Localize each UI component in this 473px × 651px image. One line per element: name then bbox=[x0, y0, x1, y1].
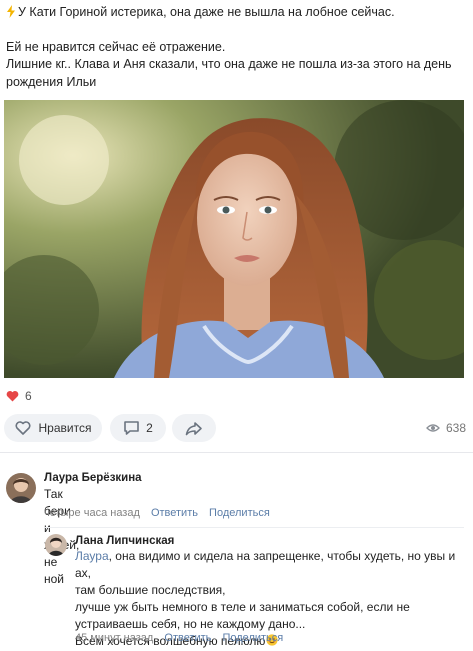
like-label: Нравится bbox=[38, 421, 92, 435]
post-line-1: У Кати Гориной истерика, она даже не выш… bbox=[6, 4, 466, 22]
views-count: 638 bbox=[445, 421, 466, 435]
post-photo[interactable] bbox=[4, 100, 464, 378]
mention-link[interactable]: Лаура bbox=[75, 549, 109, 563]
share-link[interactable]: Поделиться bbox=[222, 632, 283, 644]
comment-time[interactable]: 45 минут назад bbox=[75, 632, 153, 644]
post-actions: Нравится 2 638 bbox=[4, 414, 470, 444]
share-link[interactable]: Поделиться bbox=[209, 507, 270, 519]
views-counter: 638 bbox=[426, 421, 466, 435]
avatar-image bbox=[6, 473, 36, 503]
eye-icon bbox=[426, 424, 440, 432]
comment-author[interactable]: Лаура Берёзкина bbox=[44, 472, 142, 484]
lightning-icon bbox=[7, 5, 15, 18]
avatar-image bbox=[45, 534, 67, 556]
portrait-image bbox=[4, 100, 464, 378]
share-icon bbox=[185, 421, 202, 435]
comments-divider bbox=[0, 452, 473, 453]
comment-button[interactable]: 2 bbox=[110, 414, 166, 442]
post-line-4: рождения Ильи bbox=[6, 74, 97, 89]
comment-count: 2 bbox=[146, 421, 153, 435]
comment-meta: четыре часа назад Ответить Поделиться bbox=[44, 507, 278, 519]
heart-icon bbox=[6, 390, 19, 402]
comment-icon bbox=[124, 421, 139, 435]
comment-time[interactable]: четыре часа назад bbox=[44, 507, 140, 519]
comment-author[interactable]: Лана Липчинская bbox=[75, 535, 174, 547]
reply-link[interactable]: Ответить bbox=[164, 632, 211, 644]
heart-outline-icon bbox=[15, 421, 31, 435]
reactions-summary[interactable]: 6 bbox=[6, 388, 32, 404]
reactions-count: 6 bbox=[25, 389, 32, 403]
post-line-3: Лишние кг.. Клава и Аня сказали, что она… bbox=[6, 57, 452, 71]
avatar[interactable] bbox=[45, 534, 67, 556]
like-button[interactable]: Нравится bbox=[4, 414, 102, 442]
post-text: У Кати Гориной истерика, она даже не выш… bbox=[6, 4, 466, 91]
reply-divider bbox=[44, 527, 464, 528]
reply-link[interactable]: Ответить bbox=[151, 507, 198, 519]
comment-meta: 45 минут назад Ответить Поделиться bbox=[75, 632, 291, 644]
avatar[interactable] bbox=[6, 473, 36, 503]
post-line-2: Ей не нравится сейчас её отражение. bbox=[6, 39, 226, 54]
share-button[interactable] bbox=[172, 414, 216, 442]
